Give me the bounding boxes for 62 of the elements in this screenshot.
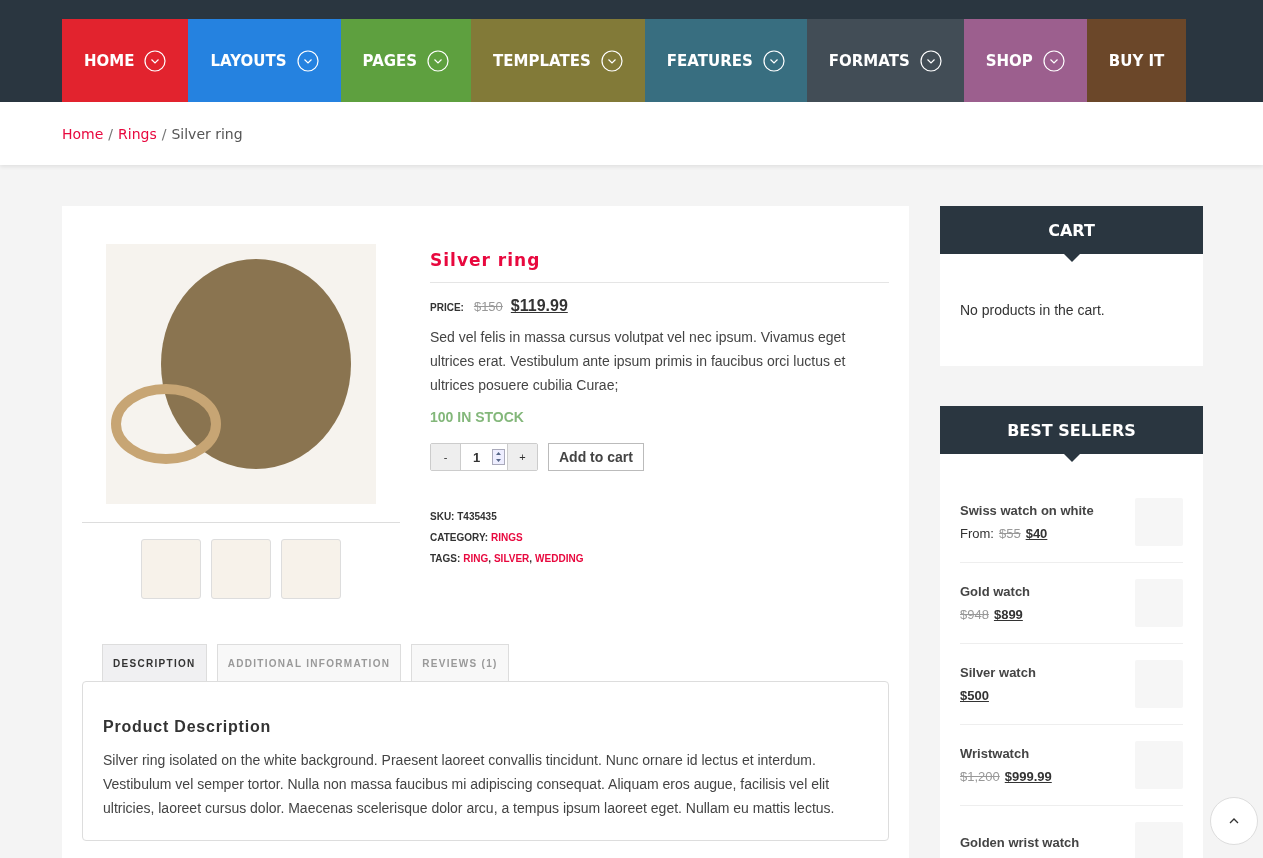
increase-button[interactable]: +	[508, 444, 537, 470]
chevron-down-icon	[296, 49, 319, 72]
widget-title: BEST SELLERS	[1007, 420, 1136, 440]
sku-text: SKU: T435435	[430, 511, 498, 522]
tag-link[interactable]: WEDDING	[535, 553, 584, 564]
category-link[interactable]: RINGS	[490, 532, 523, 543]
product-title: Silver ring	[430, 250, 889, 283]
chevron-down-icon	[762, 49, 785, 72]
breadcrumb-separator: /	[108, 125, 114, 142]
nav-item[interactable]: BUY IT	[1086, 19, 1187, 102]
stock-status: 100 IN STOCK	[430, 409, 525, 425]
product-link[interactable]: Golden wrist watch	[960, 834, 1080, 850]
nav-item[interactable]: HOME	[62, 19, 189, 102]
thumbnail-photo[interactable]	[281, 539, 341, 599]
breadcrumb-separator: /	[161, 125, 167, 142]
nav-item[interactable]: PAGES	[340, 19, 472, 102]
price-prefix: From:	[960, 526, 994, 541]
chevron-down-icon	[1042, 49, 1065, 72]
tag-separator: ,	[529, 553, 533, 564]
old-price: $55	[998, 526, 1021, 541]
old-price: $150	[473, 299, 503, 314]
thumbnail-photo[interactable]	[211, 539, 271, 599]
nav-item[interactable]: FEATURES	[644, 19, 807, 102]
description-heading: Product Description	[103, 718, 273, 736]
product-link[interactable]: Gold watch	[960, 584, 1031, 599]
tab[interactable]: DESCRIPTION	[102, 644, 207, 681]
product-link[interactable]: Swiss watch on white	[960, 503, 1094, 518]
old-price: $1,200	[960, 769, 1000, 784]
add-to-cart-button[interactable]: Add to cart	[548, 443, 644, 471]
chevron-down-icon	[144, 49, 167, 72]
sale-price: $500	[960, 688, 989, 703]
product-link[interactable]: Wristwatch	[960, 746, 1052, 761]
quantity-field[interactable]: 1	[460, 444, 508, 470]
spinner-icon	[492, 449, 505, 465]
description-text: Silver ring isolated on the white background. Praesent laoreet convallis tincidunt. Nunc ornare id lectus et interdum. Vestibulum vel semper tortor. Nulla non massa faucibus mi adipiscing consequat. Aliquam eros augue, facilisis vel elit ultricies, laoreet cursus dolor. Maecenas scelerisque dolor arcu, a tempus ipsum laoreet eget. Nullam eu mattis lectus.	[103, 751, 836, 818]
sale-price: $999.99	[1004, 769, 1052, 784]
category-label: CATEGORY:	[430, 532, 490, 543]
chevron-up-icon	[1229, 818, 1239, 824]
breadcrumb-text: Silver ring	[171, 125, 243, 142]
empty-cart-text: No products in the cart.	[960, 302, 1105, 318]
chevron-down-icon	[427, 49, 450, 72]
old-price: $948	[960, 607, 989, 622]
sale-price: $899	[993, 607, 1023, 622]
decrease-button[interactable]: -	[431, 444, 460, 470]
nav-item[interactable]: SHOP	[963, 19, 1087, 102]
product-summary: Sed vel felis in massa cursus volutpat vel nec ipsum. Vivamus eget ultrices erat. Vestibulum ante ipsum primis in faucibus orci luctus et ultrices posuere cubilia Curae;	[430, 328, 847, 395]
nav-item[interactable]: FORMATS	[806, 19, 964, 102]
nav-item[interactable]: TEMPLATES	[471, 19, 645, 102]
product-link[interactable]: Silver watch	[960, 665, 1036, 680]
chevron-down-icon	[919, 49, 942, 72]
price-label: PRICE:	[430, 302, 464, 313]
tags-label: TAGS:	[430, 553, 462, 564]
breadcrumb-link[interactable]: Home	[62, 125, 104, 142]
nav-item[interactable]: LAYOUTS	[188, 19, 341, 102]
back-to-top-button[interactable]	[1210, 797, 1258, 845]
sale-price: $119.99	[510, 297, 568, 315]
thumbnail-photo[interactable]	[141, 539, 201, 599]
breadcrumb-link[interactable]: Rings	[118, 125, 157, 142]
sale-price: $40	[1025, 526, 1048, 541]
tag-separator: ,	[488, 553, 491, 564]
chevron-down-icon	[600, 49, 623, 72]
widget-title: CART	[1048, 220, 1095, 240]
